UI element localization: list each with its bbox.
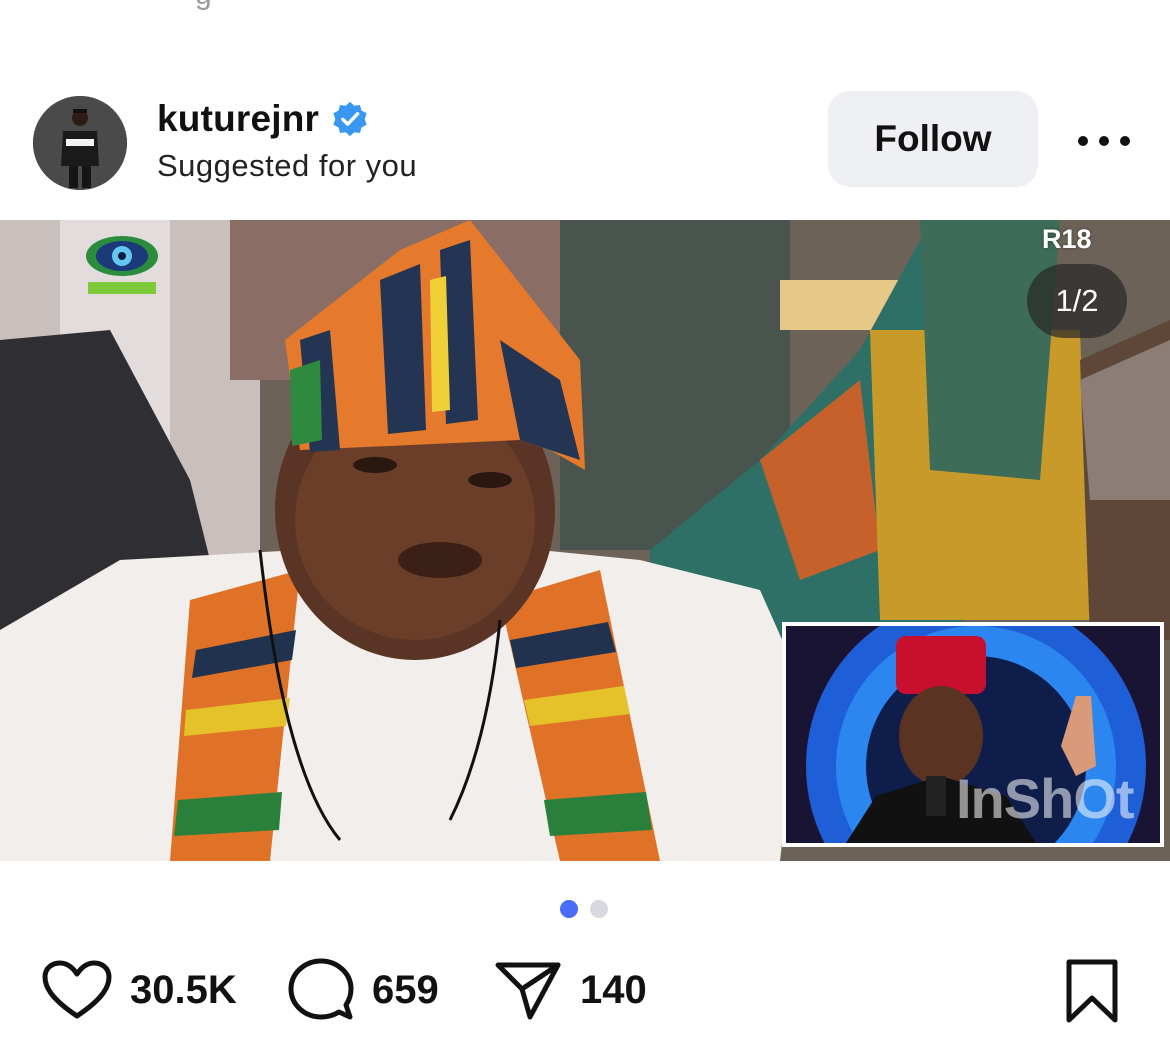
comment-bubble-icon (288, 958, 354, 1020)
suggested-label: Suggested for you (157, 148, 418, 183)
previous-post-text-sliver: g (0, 0, 1170, 10)
heart-icon (42, 960, 112, 1019)
comment-count: 659 (372, 967, 439, 1012)
carousel-dot-2[interactable] (590, 900, 608, 918)
post-media[interactable]: R18 1/2 InShOt (0, 220, 1170, 861)
verified-badge-icon (331, 100, 369, 138)
rating-badge: R18 (1042, 224, 1092, 254)
bookmark-icon (1066, 959, 1118, 1023)
share-button[interactable]: 140 (494, 950, 647, 1030)
previous-post-partial-text: g (195, 0, 212, 10)
post-actions: 30.5K 659 140 (0, 950, 1170, 1030)
like-button[interactable]: 30.5K (42, 950, 237, 1030)
avatar-photo (33, 96, 127, 190)
post-header: kuturejnr Suggested for you Follow (0, 88, 1170, 198)
comment-button[interactable]: 659 (288, 950, 439, 1030)
like-count: 30.5K (130, 967, 237, 1012)
save-button[interactable] (1064, 958, 1120, 1024)
show-logo (82, 230, 162, 300)
follow-button[interactable]: Follow (828, 91, 1038, 187)
username-row: kuturejnr (157, 94, 417, 144)
carousel-indicator (560, 900, 608, 918)
username[interactable]: kuturejnr (157, 98, 319, 140)
carousel-dot-1[interactable] (560, 900, 578, 918)
paper-plane-icon (495, 962, 561, 1020)
share-count: 140 (580, 967, 647, 1012)
more-horizontal-icon (1078, 136, 1130, 146)
user-info: kuturejnr Suggested for you (157, 94, 417, 184)
picture-in-picture-inset: InShOt (782, 622, 1164, 847)
more-options-button[interactable] (1072, 116, 1136, 166)
inshot-watermark: InShOt (956, 767, 1135, 830)
avatar[interactable] (33, 96, 127, 190)
media-page-counter: 1/2 (1027, 264, 1127, 338)
